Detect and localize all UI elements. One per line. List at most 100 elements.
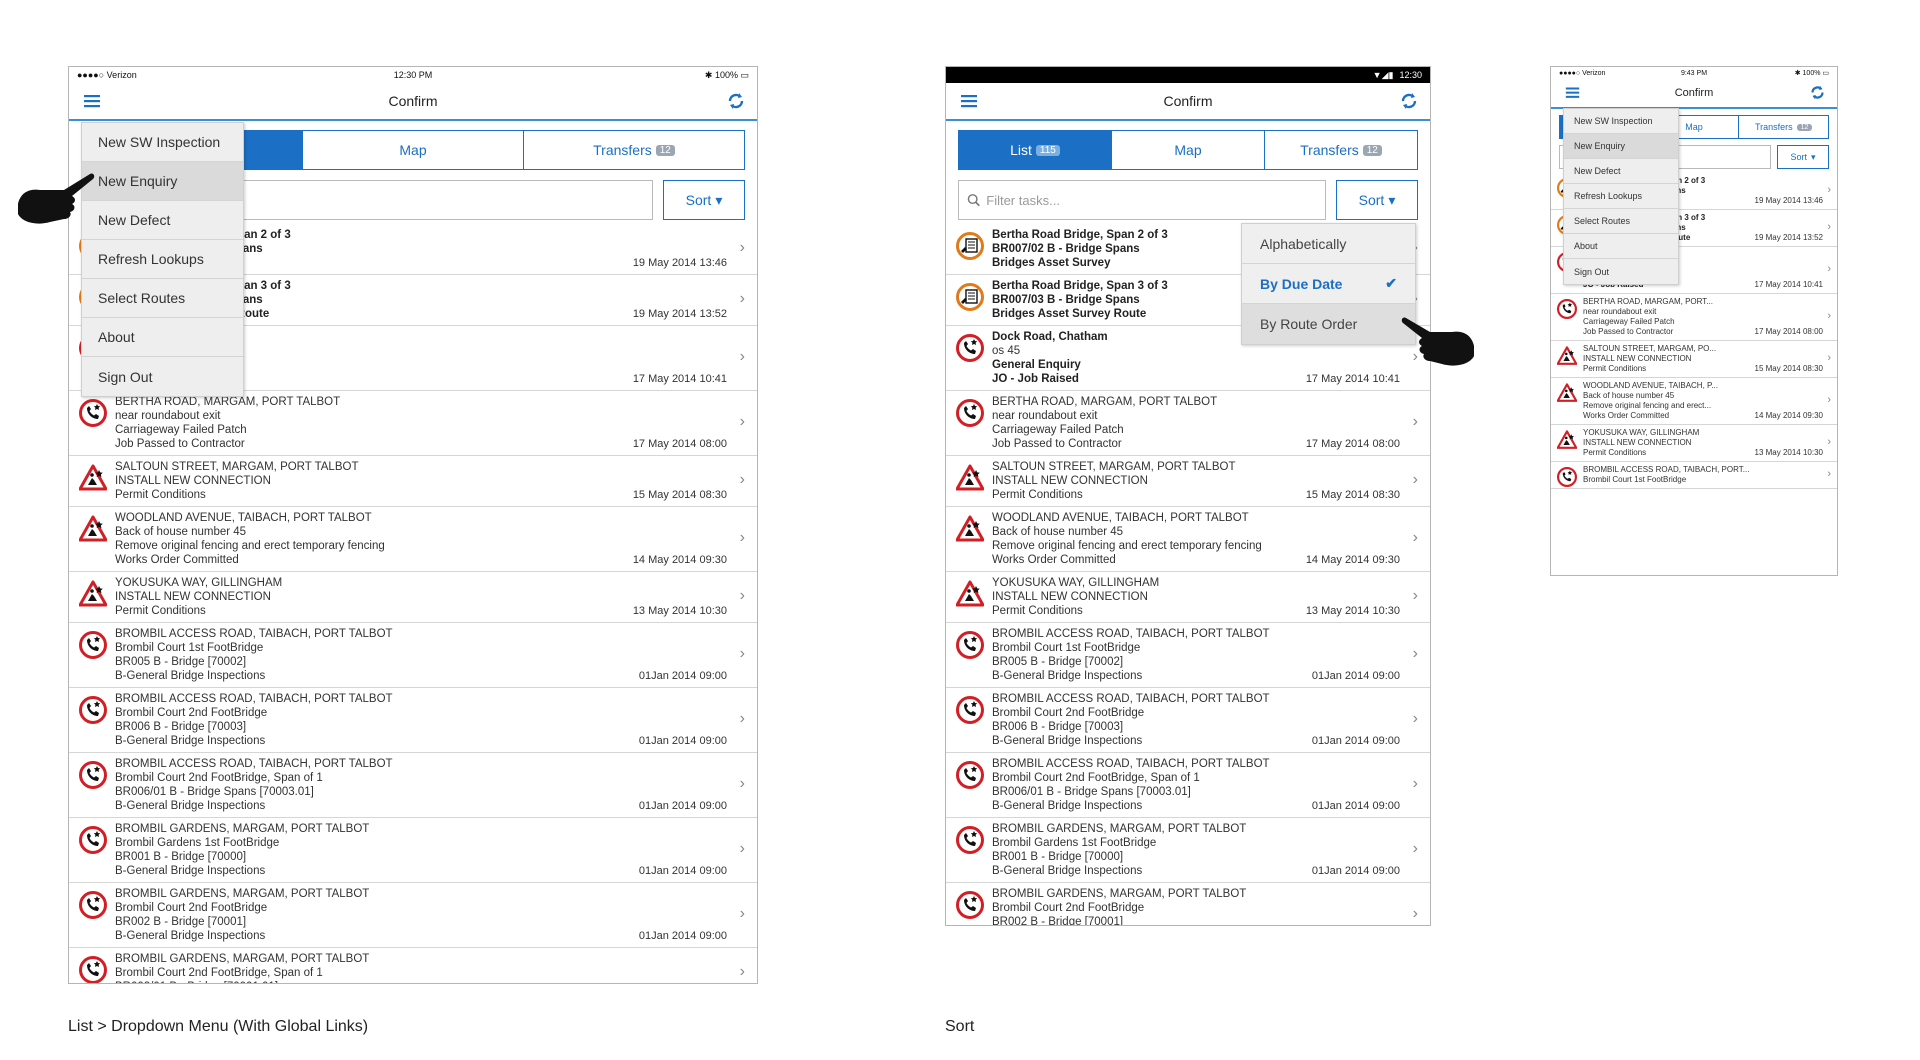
task-row[interactable]: BROMBIL ACCESS ROAD, TAIBACH, PORT... Bro…: [1551, 462, 1837, 489]
task-line: General Enquiry: [992, 359, 1081, 371]
tab-transfers[interactable]: Transfers 12: [1739, 116, 1829, 138]
menu-item-sign-out[interactable]: Sign Out: [1564, 259, 1678, 284]
sort-button[interactable]: Sort ▾: [1336, 180, 1418, 220]
task-line: INSTALL NEW CONNECTION: [115, 475, 271, 487]
nav-bar: Confirm: [1551, 79, 1837, 109]
task-date: 19 May 2014 13:52: [1754, 233, 1824, 242]
caret-down-icon: ▾: [1810, 151, 1816, 162]
carrier-label: ●●●●○ Verizon: [1559, 69, 1606, 77]
task-row[interactable]: BROMBIL GARDENS, MARGAM, PORT TALBOT Brom…: [946, 883, 1430, 925]
sort-button[interactable]: Sort ▾: [1777, 145, 1829, 169]
refresh-icon[interactable]: [1810, 85, 1825, 100]
hamburger-menu-icon[interactable]: [960, 92, 978, 110]
enquiry-phone-icon: [956, 761, 984, 789]
task-row[interactable]: SALTOUN STREET, MARGAM, PO... INSTALL NEW…: [1551, 341, 1837, 378]
tab-list[interactable]: List115: [959, 131, 1112, 169]
task-line: BROMBIL ACCESS ROAD, TAIBACH, PORT TALBO…: [992, 758, 1270, 770]
checkmark-icon: ✔: [1385, 275, 1397, 291]
task-line: B-General Bridge Inspections: [115, 865, 266, 877]
tab-map[interactable]: Map: [303, 131, 524, 169]
menu-item-sign-out[interactable]: Sign Out: [82, 357, 243, 396]
sort-option-by-due-date[interactable]: By Due Date ✔: [1242, 264, 1415, 304]
task-row[interactable]: BROMBIL GARDENS, MARGAM, PORT TALBOT Brom…: [69, 948, 757, 983]
refresh-icon[interactable]: [1400, 92, 1418, 110]
task-row[interactable]: YOKUSUKA WAY, GILLINGHAM INSTALL NEW CONN…: [946, 572, 1430, 623]
task-row[interactable]: BROMBIL ACCESS ROAD, TAIBACH, PORT TALBO…: [946, 753, 1430, 818]
tab-transfers[interactable]: Transfers 12: [524, 131, 744, 169]
task-row[interactable]: BERTHA ROAD, MARGAM, PORT TALBOT near rou…: [946, 391, 1430, 456]
pointing-hand-icon: [1401, 317, 1474, 366]
task-row[interactable]: YOKUSUKA WAY, GILLINGHAM INSTALL NEW CONN…: [69, 572, 757, 623]
task-line: SALTOUN STREET, MARGAM, PO...: [1583, 344, 1717, 353]
refresh-icon[interactable]: [727, 92, 745, 110]
carrier-label: ●●●●○ Verizon: [77, 70, 137, 80]
sort-option-by-route-order[interactable]: By Route Order: [1242, 304, 1415, 344]
menu-item-about[interactable]: About: [82, 318, 243, 357]
roadworks-warning-icon: [79, 580, 107, 607]
filter-input[interactable]: [986, 192, 1325, 208]
menu-item-new-sw-inspection[interactable]: New SW Inspection: [82, 123, 243, 162]
page-title: Confirm: [1163, 93, 1213, 109]
task-row[interactable]: BROMBIL ACCESS ROAD, TAIBACH, PORT TALBO…: [946, 688, 1430, 753]
battery-label: ✱ 100% ▭: [704, 69, 749, 80]
menu-item-new-enquiry[interactable]: New Enquiry: [1564, 134, 1678, 159]
menu-item-new-enquiry[interactable]: New Enquiry: [82, 162, 243, 201]
global-dropdown-menu: New SW Inspection New Enquiry New Defect Re…: [81, 122, 244, 397]
tab-map[interactable]: Map: [1112, 131, 1265, 169]
sort-option-alphabetically[interactable]: Alphabetically: [1242, 224, 1415, 264]
enquiry-phone-icon: [956, 891, 984, 919]
task-date: 17 May 2014 10:41: [1754, 280, 1824, 289]
menu-item-new-sw-inspection[interactable]: New SW Inspection: [1564, 109, 1678, 134]
task-line: BROMBIL GARDENS, MARGAM, PORT TALBOT: [992, 823, 1247, 835]
hamburger-menu-icon[interactable]: [1565, 85, 1580, 100]
task-line: BROMBIL ACCESS ROAD, TAIBACH, PORT TALBO…: [992, 628, 1270, 640]
task-row[interactable]: WOODLAND AVENUE, TAIBACH, PORT TALBOT Bac…: [69, 507, 757, 572]
hamburger-menu-icon[interactable]: [83, 92, 101, 110]
android-screen-sort: ▼◢▮ 12:30 Confirm List 115 Map Transfers 1…: [945, 66, 1431, 926]
menu-item-new-defect[interactable]: New Defect: [82, 201, 243, 240]
menu-item-select-routes[interactable]: Select Routes: [82, 279, 243, 318]
enquiry-phone-icon: [1557, 467, 1577, 487]
enquiry-phone-icon: [79, 826, 107, 854]
task-row[interactable]: SALTOUN STREET, MARGAM, PORT TALBOT INSTA…: [69, 456, 757, 507]
task-line: Brombil Court 2nd FootBridge: [992, 902, 1145, 914]
task-row[interactable]: BROMBIL GARDENS, MARGAM, PORT TALBOT Brom…: [946, 818, 1430, 883]
task-line: Carriageway Failed Patch: [992, 424, 1124, 436]
roadworks-warning-icon: [1557, 346, 1577, 365]
chevron-right-icon: ›: [739, 775, 745, 792]
roadworks-warning-icon: [79, 464, 107, 491]
task-row[interactable]: BROMBIL ACCESS ROAD, TAIBACH, PORT TALBO…: [69, 623, 757, 688]
menu-item-select-routes[interactable]: Select Routes: [1564, 209, 1678, 234]
chevron-right-icon: ›: [1412, 840, 1418, 857]
task-row[interactable]: BROMBIL GARDENS, MARGAM, PORT TALBOT Brom…: [69, 818, 757, 883]
task-row[interactable]: YOKUSUKA WAY, GILLINGHAM INSTALL NEW CONN…: [1551, 425, 1837, 462]
task-line: Brombil Court 1st FootBridge: [115, 642, 264, 654]
task-row[interactable]: BROMBIL ACCESS ROAD, TAIBACH, PORT TALBO…: [69, 688, 757, 753]
status-bar: ▼◢▮ 12:30: [946, 67, 1430, 83]
view-tabs: List115 Map Transfers12: [958, 130, 1418, 170]
menu-item-new-defect[interactable]: New Defect: [1564, 159, 1678, 184]
task-row[interactable]: WOODLAND AVENUE, TAIBACH, P... Back of ho…: [1551, 378, 1837, 425]
nav-bar: Confirm: [69, 83, 757, 121]
task-line: YOKUSUKA WAY, GILLINGHAM: [1583, 428, 1700, 437]
filter-field[interactable]: [958, 180, 1326, 220]
sort-button[interactable]: Sort ▾: [663, 180, 745, 220]
task-row[interactable]: SALTOUN STREET, MARGAM, PORT TALBOT INSTA…: [946, 456, 1430, 507]
menu-item-about[interactable]: About: [1564, 234, 1678, 259]
status-time: 12:30: [1399, 70, 1422, 80]
task-line: B-General Bridge Inspections: [115, 735, 266, 747]
task-row[interactable]: BERTHA ROAD, MARGAM, PORT... near roundab…: [1551, 294, 1837, 341]
task-row[interactable]: BROMBIL ACCESS ROAD, TAIBACH, PORT TALBO…: [69, 753, 757, 818]
tab-transfers[interactable]: Transfers 12: [1265, 131, 1417, 169]
task-row[interactable]: BROMBIL ACCESS ROAD, TAIBACH, PORT TALBO…: [946, 623, 1430, 688]
task-row[interactable]: BERTHA ROAD, MARGAM, PORT TALBOT near rou…: [69, 391, 757, 456]
task-date: 01Jan 2014 09:00: [638, 735, 727, 747]
task-date: 01Jan 2014 09:00: [638, 930, 727, 942]
enquiry-phone-icon: [79, 761, 107, 789]
task-row[interactable]: BROMBIL GARDENS, MARGAM, PORT TALBOT Brom…: [69, 883, 757, 948]
menu-item-refresh-lookups[interactable]: Refresh Lookups: [82, 240, 243, 279]
task-row[interactable]: WOODLAND AVENUE, TAIBACH, PORT TALBOT Bac…: [946, 507, 1430, 572]
roadworks-warning-icon: [1557, 383, 1577, 402]
ipad-screen-dropdown-menu: ●●●●○ Verizon 12:30 PM ✱ 100% ▭ Confirm …: [68, 66, 758, 984]
menu-item-refresh-lookups[interactable]: Refresh Lookups: [1564, 184, 1678, 209]
